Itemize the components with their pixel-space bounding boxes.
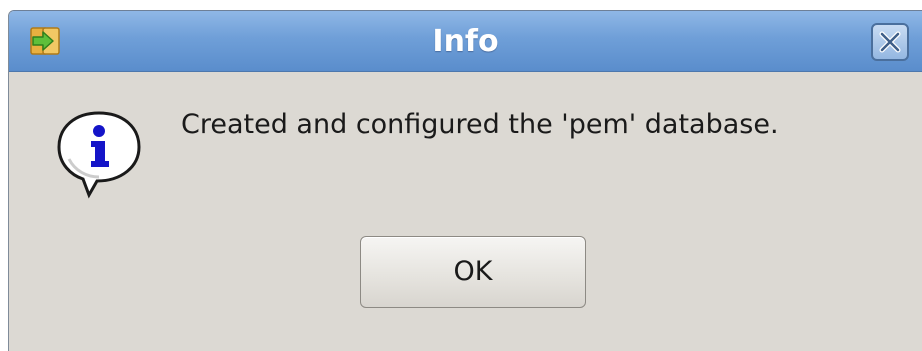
ok-button[interactable]: OK	[360, 236, 586, 308]
title-bar[interactable]: Info	[9, 11, 922, 72]
info-dialog: Info Created and configured the 'pem' da…	[8, 10, 922, 351]
info-icon	[53, 109, 145, 199]
dialog-title: Info	[432, 24, 499, 59]
close-button[interactable]	[871, 23, 909, 61]
dialog-message: Created and configured the 'pem' databas…	[181, 109, 779, 140]
